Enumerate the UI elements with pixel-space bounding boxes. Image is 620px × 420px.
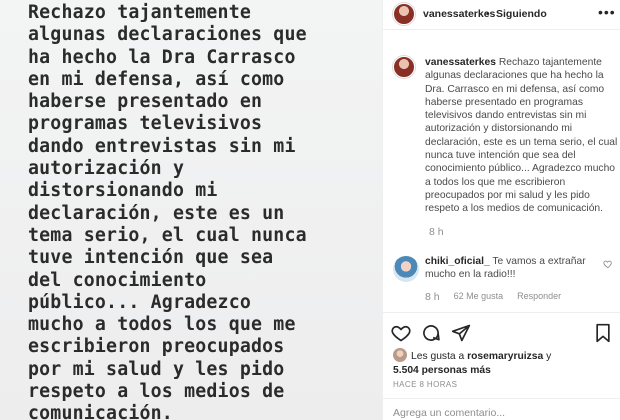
caption-username[interactable]: vanessaterkes xyxy=(425,57,496,68)
likes-suffix: y xyxy=(543,351,552,362)
post-header: vanessaterkes • Siguiendo ••• xyxy=(383,0,620,30)
post-sidebar: vanessaterkes • Siguiendo ••• vanessater… xyxy=(382,0,620,420)
comment-text-block: chiki_oficial_ Te vamos a extrañar mucho… xyxy=(425,255,599,282)
heart-icon[interactable] xyxy=(391,323,411,343)
post-image: Rechazo tajantemente algunas declaracion… xyxy=(0,0,382,420)
add-comment-input[interactable] xyxy=(393,405,603,420)
comment-icon[interactable] xyxy=(421,323,441,343)
caption-text-block: vanessaterkes Rechazo tajantemente algun… xyxy=(425,56,620,216)
comment-avatar[interactable] xyxy=(393,256,419,282)
following-button[interactable]: Siguiendo xyxy=(496,8,547,20)
caption-text: Rechazo tajantemente algunas declaracion… xyxy=(425,57,618,215)
separator-dot: • xyxy=(486,8,490,20)
share-icon[interactable] xyxy=(451,323,471,343)
comment-meta: 8 h 62 Me gusta Responder xyxy=(425,291,561,303)
header-username[interactable]: vanessaterkes xyxy=(423,8,495,20)
caption-avatar[interactable] xyxy=(393,56,415,78)
liker-username[interactable]: rosemaryruizsa xyxy=(467,351,543,362)
likes-count[interactable]: 5.504 personas más xyxy=(393,365,491,376)
caption-time[interactable]: 8 h xyxy=(429,226,444,238)
comment-likes[interactable]: 62 Me gusta xyxy=(454,291,504,303)
liker-avatar[interactable] xyxy=(393,348,407,362)
action-bar xyxy=(383,312,620,343)
comment-username[interactable]: chiki_oficial_ xyxy=(425,256,490,267)
post-image-text: Rechazo tajantemente algunas declaracion… xyxy=(28,2,307,420)
comment-time[interactable]: 8 h xyxy=(425,291,440,303)
post-time-ago[interactable]: HACE 8 HORAS xyxy=(393,380,457,389)
likes-summary: Les gusta a rosemaryruizsa y 5.504 perso… xyxy=(393,348,620,378)
bookmark-icon[interactable] xyxy=(593,323,613,343)
likes-prefix: Les gusta a xyxy=(411,351,468,362)
add-comment-bar xyxy=(383,398,620,420)
comment-like-icon[interactable] xyxy=(603,259,613,272)
more-options-icon[interactable]: ••• xyxy=(598,4,616,20)
reply-button[interactable]: Responder xyxy=(517,291,561,303)
avatar[interactable] xyxy=(393,3,415,25)
